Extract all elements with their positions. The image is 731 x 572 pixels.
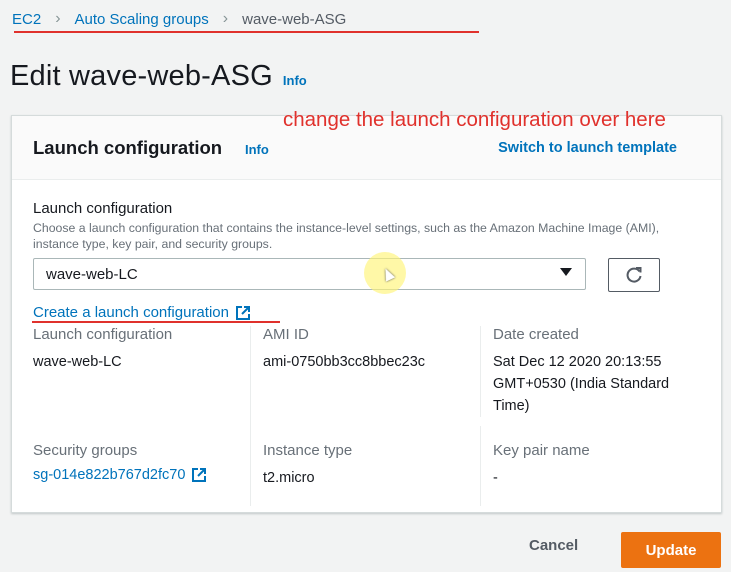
detail-label: Key pair name [493,442,590,459]
page-header: Edit wave-web-ASG Info [10,60,307,93]
refresh-button[interactable] [608,258,660,292]
launch-configuration-field-description: Choose a launch configuration that conta… [33,221,660,251]
panel-title: Launch configuration [33,137,223,158]
switch-to-launch-template-link[interactable]: Switch to launch template [498,140,677,156]
launch-configuration-panel: Launch configuration Info Switch to laun… [11,115,722,513]
refresh-icon [626,267,642,283]
update-button[interactable]: Update [621,532,721,568]
detail-instance-type: Instance type t2.micro [250,426,352,506]
create-launch-configuration-label: Create a launch configuration [33,304,229,321]
create-launch-configuration-link[interactable]: Create a launch configuration [33,304,251,321]
external-link-icon [192,468,207,482]
detail-label: AMI ID [263,326,309,343]
detail-value: Sat Dec 12 2020 20:13:55 GMT+0530 (India… [493,354,670,414]
detail-label: Instance type [263,442,353,459]
chevron-right-icon: › [222,10,229,27]
breadcrumb-auto-scaling-groups[interactable]: Auto Scaling groups [75,11,209,28]
detail-label: Security groups [33,442,138,459]
detail-date-created: Date created Sat Dec 12 2020 20:13:55 GM… [480,326,700,417]
annotation-text: change the launch configuration over her… [283,108,666,131]
caret-down-icon [560,268,572,276]
page-info-link[interactable]: Info [283,73,307,88]
detail-value: t2.micro [263,470,315,486]
detail-security-groups: Security groups sg-014e822b767d2fc70 [33,442,207,483]
detail-value: ami-0750bb3cc8bbec23c [263,354,426,370]
detail-value: - [493,470,498,486]
launch-configuration-select-value: wave-web-LC [46,265,138,283]
chevron-right-icon: › [55,10,61,27]
breadcrumb-ec2[interactable]: EC2 [12,11,41,28]
page-title: Edit wave-web-ASG [10,60,273,92]
detail-ami-id: AMI ID ami-0750bb3cc8bbec23c [250,326,425,426]
detail-label: Date created [493,326,579,343]
detail-value: wave-web-LC [33,354,122,370]
detail-label: Launch configuration [33,326,173,343]
detail-launch-configuration: Launch configuration wave-web-LC [33,326,172,373]
launch-configuration-field-label: Launch configuration [33,200,173,217]
annotation-underline-breadcrumb [14,31,479,33]
breadcrumb-current: wave-web-ASG [242,10,347,28]
annotation-underline-create-link [32,321,280,323]
launch-configuration-select[interactable]: wave-web-LC [33,258,586,290]
external-link-icon [235,305,250,320]
detail-key-pair: Key pair name - [480,426,590,506]
cancel-button[interactable]: Cancel [529,537,578,554]
breadcrumb: EC2 › Auto Scaling groups › wave-web-ASG [12,10,346,28]
security-group-id: sg-014e822b767d2fc70 [33,467,186,483]
security-group-link[interactable]: sg-014e822b767d2fc70 [33,467,207,483]
panel-info-link[interactable]: Info [245,142,269,157]
